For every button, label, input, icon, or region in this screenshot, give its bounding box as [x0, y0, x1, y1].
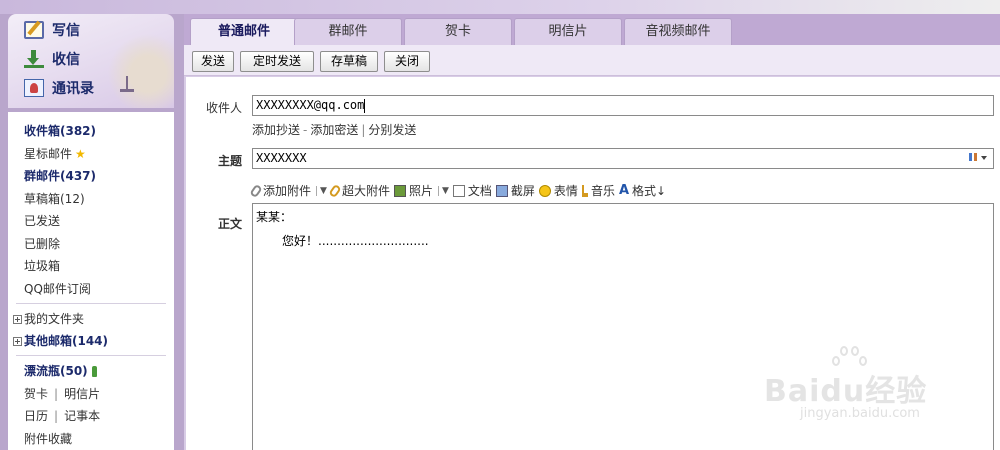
tab-postcard[interactable]: 明信片	[514, 18, 622, 45]
contacts-icon	[24, 79, 44, 97]
receive-mail-label: 收信	[52, 52, 80, 68]
folder-deleted[interactable]: 已删除	[24, 235, 60, 252]
document-tool[interactable]: 文档	[452, 182, 492, 199]
photo-label: 照片	[408, 184, 433, 198]
photo-tool[interactable]: 照片	[393, 182, 433, 199]
body-label: 正文	[217, 217, 242, 231]
add-cc-link[interactable]: 添加抄送	[252, 123, 300, 137]
compose-panel: 写信 收信 通讯录	[8, 14, 174, 108]
star-icon: ★	[75, 147, 86, 161]
emoji-label: 表情	[553, 184, 578, 198]
folder-subscriptions[interactable]: QQ邮件订阅	[24, 280, 91, 297]
receive-mail-link[interactable]: 收信	[24, 49, 80, 69]
photo-dropdown-icon[interactable]: ▼	[437, 185, 449, 196]
watermark-brand: Baidu经验	[764, 374, 928, 409]
watermark-url: jingyan.baidu.com	[800, 406, 920, 421]
music-note-icon	[581, 184, 588, 197]
format-label: 格式↓	[632, 184, 667, 198]
write-mail-label: 写信	[52, 23, 80, 39]
folder-group-mail[interactable]: 群邮件(437)	[24, 167, 96, 184]
folder-starred-label: 星标邮件	[24, 147, 73, 161]
to-label: 收件人	[205, 101, 242, 115]
bottle-icon	[91, 366, 97, 377]
add-attachment-label: 添加附件	[263, 184, 312, 198]
subject-input[interactable]: XXXXXXX	[252, 148, 994, 169]
top-strip	[0, 0, 1000, 14]
pencil-icon	[24, 21, 44, 39]
recipient-options: 添加抄送 - 添加密送 | 分别发送	[252, 123, 417, 137]
divider	[16, 355, 166, 356]
expand-icon[interactable]	[13, 315, 22, 324]
folder-inbox[interactable]: 收件箱(382)	[24, 122, 96, 139]
tab-greeting-card[interactable]: 贺卡	[404, 18, 512, 45]
expand-icon[interactable]	[13, 337, 22, 346]
folder-sent[interactable]: 已发送	[24, 212, 60, 229]
other-mailboxes-label: 其他邮箱(144)	[24, 334, 109, 348]
photo-icon	[393, 184, 406, 197]
boat-decoration	[120, 76, 134, 92]
drift-bottle-label: 漂流瓶(50)	[24, 364, 88, 378]
app-links-row-2: 日历 | 记事本	[24, 409, 101, 423]
to-input[interactable]: XXXXXXXX@qq.com	[252, 95, 994, 116]
emoji-tool[interactable]: 表情	[538, 182, 578, 199]
add-attachment-tool[interactable]: 添加附件	[249, 182, 312, 199]
download-icon	[24, 50, 44, 68]
tab-bar: 普通邮件 群邮件 贺卡 明信片 音视频邮件	[184, 14, 1000, 46]
music-tool[interactable]: 音乐	[581, 182, 615, 199]
tab-group-mail[interactable]: 群邮件	[294, 18, 402, 45]
attachments-link[interactable]: 附件收藏	[24, 430, 72, 447]
folder-drafts[interactable]: 草稿箱(12)	[24, 190, 85, 207]
folder-starred[interactable]: 星标邮件 ★	[24, 145, 86, 162]
format-tool[interactable]: A 格式↓	[619, 182, 666, 199]
close-button[interactable]: 关闭	[384, 51, 430, 72]
body-text: 您好！.............................	[282, 234, 429, 248]
document-label: 文档	[467, 184, 492, 198]
folder-my-folders[interactable]: 我的文件夹	[13, 310, 84, 327]
save-draft-button[interactable]: 存草稿	[320, 51, 378, 72]
my-folders-label: 我的文件夹	[24, 312, 85, 326]
editor-toolbar: 添加附件 ▼ 超大附件 照片 ▼ 文档 截屏 表情 音乐 A 格式↓	[249, 182, 670, 199]
folder-list: 收件箱(382) 星标邮件 ★ 群邮件(437) 草稿箱(12) 已发送 已删除 …	[8, 112, 174, 450]
paperclip-icon	[249, 183, 263, 198]
large-attachment-tool[interactable]: 超大附件	[328, 182, 390, 199]
body-greeting: 某某：	[256, 210, 293, 224]
separate-send-link[interactable]: 分别发送	[368, 123, 416, 137]
font-icon: A	[618, 183, 630, 198]
smiley-icon	[538, 184, 551, 197]
screenshot-icon	[495, 184, 508, 197]
large-paperclip-icon	[328, 183, 342, 198]
notebook-link[interactable]: 记事本	[64, 409, 100, 423]
add-bcc-link[interactable]: 添加密送	[310, 123, 358, 137]
sidebar: 写信 收信 通讯录 收件箱(382) 星标邮件 ★ 群邮件(437) 草稿箱(12…	[8, 14, 174, 450]
contacts-label: 通讯录	[52, 81, 94, 97]
tab-normal-mail[interactable]: 普通邮件	[190, 18, 298, 46]
screenshot-tool[interactable]: 截屏	[495, 182, 535, 199]
greeting-card-link[interactable]: 贺卡	[24, 387, 48, 401]
music-label: 音乐	[590, 184, 615, 198]
contacts-link[interactable]: 通讯录	[24, 78, 94, 98]
to-value: XXXXXXXX@qq.com	[256, 98, 365, 112]
large-attachment-label: 超大附件	[341, 184, 390, 198]
baidu-watermark: Baidu经验 jingyan.baidu.com	[764, 344, 954, 424]
folder-drift-bottle[interactable]: 漂流瓶(50)	[24, 362, 97, 379]
document-icon	[452, 184, 465, 197]
screenshot-label: 截屏	[510, 184, 535, 198]
folder-spam[interactable]: 垃圾箱	[24, 257, 60, 274]
app-links-row-1: 贺卡 | 明信片	[24, 387, 101, 401]
scheduled-send-button[interactable]: 定时发送	[240, 51, 314, 72]
subject-value: XXXXXXX	[256, 151, 307, 165]
text-caret	[364, 98, 366, 113]
write-mail-link[interactable]: 写信	[24, 20, 80, 40]
calendar-link[interactable]: 日历	[24, 409, 48, 423]
folder-other-mailboxes[interactable]: 其他邮箱(144)	[13, 332, 108, 349]
toolbar: 发送 定时发送 存草稿 关闭	[184, 45, 1000, 76]
tab-av-mail[interactable]: 音视频邮件	[624, 18, 732, 45]
divider	[16, 303, 166, 304]
template-dropdown-icon[interactable]	[969, 153, 989, 164]
send-button[interactable]: 发送	[192, 51, 234, 72]
attachment-dropdown-icon[interactable]: ▼	[316, 185, 327, 196]
postcard-link[interactable]: 明信片	[64, 387, 100, 401]
subject-label: 主题	[217, 154, 242, 168]
